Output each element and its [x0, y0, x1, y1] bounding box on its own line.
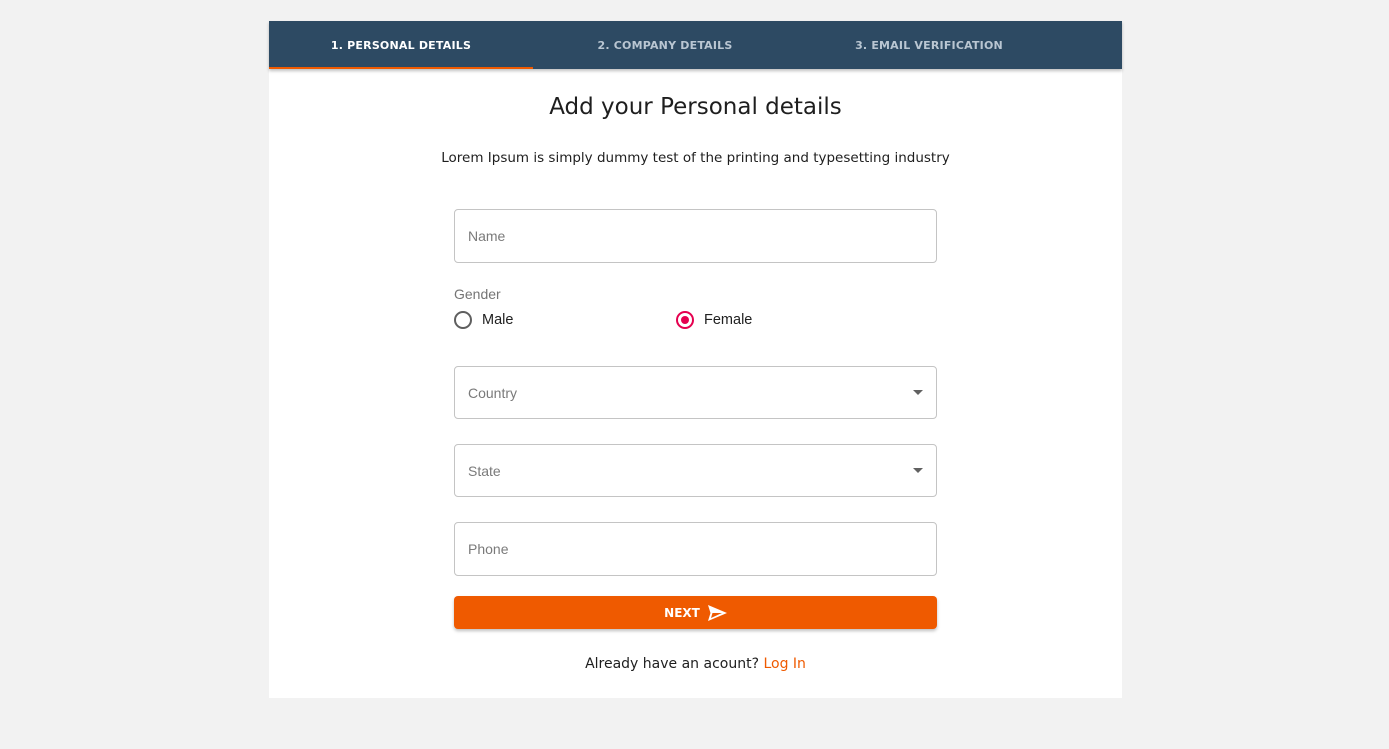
- gender-option-label: Male: [482, 312, 514, 328]
- send-icon: [707, 604, 727, 621]
- name-field[interactable]: [454, 209, 937, 263]
- step-tabs: 1. Personal Details 2. Company Details 3…: [269, 21, 1122, 69]
- gender-label: Gender: [454, 286, 501, 302]
- caret-down-icon: [913, 390, 923, 395]
- phone-input[interactable]: [468, 523, 936, 575]
- registration-card: 1. Personal Details 2. Company Details 3…: [269, 21, 1122, 698]
- country-select[interactable]: Country: [454, 366, 937, 419]
- login-link[interactable]: Log In: [763, 656, 805, 672]
- name-input[interactable]: [468, 210, 936, 262]
- state-placeholder: State: [468, 462, 501, 479]
- page-title: Add your Personal details: [549, 94, 842, 120]
- gender-option-label: Female: [704, 312, 753, 328]
- radio-unchecked-icon[interactable]: [454, 311, 472, 329]
- state-select[interactable]: State: [454, 444, 937, 497]
- gender-option-female[interactable]: Female: [676, 311, 752, 329]
- login-prompt: Already have an acount?: [585, 656, 760, 672]
- next-button[interactable]: NEXT: [454, 596, 937, 629]
- tab-email-verification[interactable]: 3. Email Verification: [797, 21, 1061, 69]
- login-prompt-line: Already have an acount? Log In: [269, 656, 1122, 672]
- gender-option-male[interactable]: Male: [454, 311, 513, 329]
- phone-field[interactable]: [454, 522, 937, 576]
- radio-checked-icon[interactable]: [676, 311, 694, 329]
- country-placeholder: Country: [468, 384, 518, 401]
- tab-personal-details[interactable]: 1. Personal Details: [269, 21, 533, 69]
- next-button-label: NEXT: [664, 605, 700, 620]
- caret-down-icon: [913, 468, 923, 473]
- tab-company-details[interactable]: 2. Company Details: [533, 21, 797, 69]
- page-subtitle: Lorem Ipsum is simply dummy test of the …: [441, 150, 950, 166]
